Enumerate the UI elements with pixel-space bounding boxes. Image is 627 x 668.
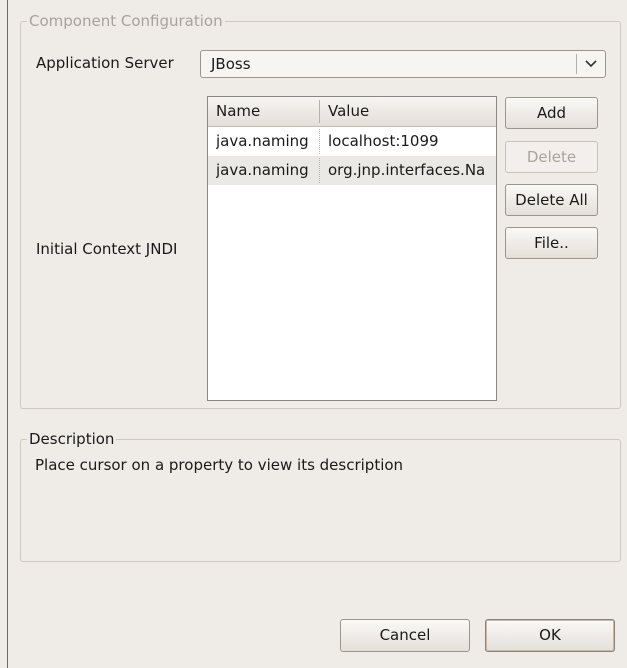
description-text: Place cursor on a property to view its d… xyxy=(35,456,404,474)
delete-all-button[interactable]: Delete All xyxy=(505,184,598,216)
combo-separator xyxy=(576,54,577,74)
initial-context-jndi-label: Initial Context JNDI xyxy=(36,240,178,258)
cancel-button[interactable]: Cancel xyxy=(340,619,470,652)
application-server-combo[interactable]: JBoss xyxy=(200,50,606,78)
cell-divider xyxy=(319,129,320,154)
file-button[interactable]: File.. xyxy=(505,227,598,259)
jndi-properties-table[interactable]: Name Value java.naming localhost:1099 ja… xyxy=(207,96,497,401)
table-cell-name[interactable]: java.naming xyxy=(216,161,320,179)
window-edge xyxy=(0,0,8,668)
description-group: Description xyxy=(20,430,621,562)
application-server-value: JBoss xyxy=(211,55,251,73)
column-divider[interactable] xyxy=(319,100,320,123)
add-button[interactable]: Add xyxy=(505,97,598,129)
chevron-down-icon[interactable] xyxy=(583,57,599,71)
table-cell-value[interactable]: localhost:1099 xyxy=(328,132,496,150)
delete-button[interactable]: Delete xyxy=(505,141,598,173)
application-server-label: Application Server xyxy=(36,54,174,72)
description-title: Description xyxy=(29,430,115,448)
cell-divider xyxy=(319,158,320,183)
column-header-name[interactable]: Name xyxy=(216,102,260,120)
component-configuration-title: Component Configuration xyxy=(29,12,223,30)
table-row[interactable]: java.naming localhost:1099 xyxy=(208,127,496,156)
table-header: Name Value xyxy=(208,97,496,127)
ok-button[interactable]: OK xyxy=(485,619,615,652)
table-cell-name[interactable]: java.naming xyxy=(216,132,320,150)
column-header-value[interactable]: Value xyxy=(328,102,369,120)
table-cell-value[interactable]: org.jnp.interfaces.Na xyxy=(328,161,496,179)
table-row[interactable]: java.naming org.jnp.interfaces.Na xyxy=(208,156,496,185)
